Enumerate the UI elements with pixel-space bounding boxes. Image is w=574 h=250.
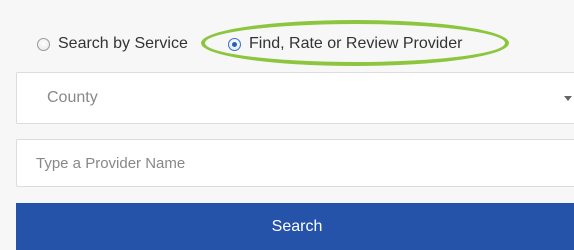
county-select-value: County — [47, 89, 98, 106]
search-button[interactable]: Search — [16, 203, 574, 250]
search-by-service-label: Search by Service — [58, 35, 188, 52]
search-by-service-option[interactable]: Search by Service — [37, 33, 188, 55]
provider-name-input[interactable]: Type a Provider Name — [16, 139, 574, 187]
find-rate-review-radio[interactable] — [228, 37, 241, 51]
search-by-service-radio[interactable] — [37, 37, 50, 51]
chevron-down-icon — [564, 96, 572, 101]
provider-name-placeholder: Type a Provider Name — [36, 154, 186, 172]
provider-search-form: Search by Service Find, Rate or Review P… — [0, 0, 574, 250]
find-rate-review-label: Find, Rate or Review Provider — [249, 35, 463, 52]
county-select[interactable]: County — [16, 72, 574, 124]
search-button-label: Search — [271, 217, 323, 235]
search-mode-radio-group: Search by Service Find, Rate or Review P… — [0, 0, 574, 72]
find-rate-review-option[interactable]: Find, Rate or Review Provider — [228, 33, 462, 55]
